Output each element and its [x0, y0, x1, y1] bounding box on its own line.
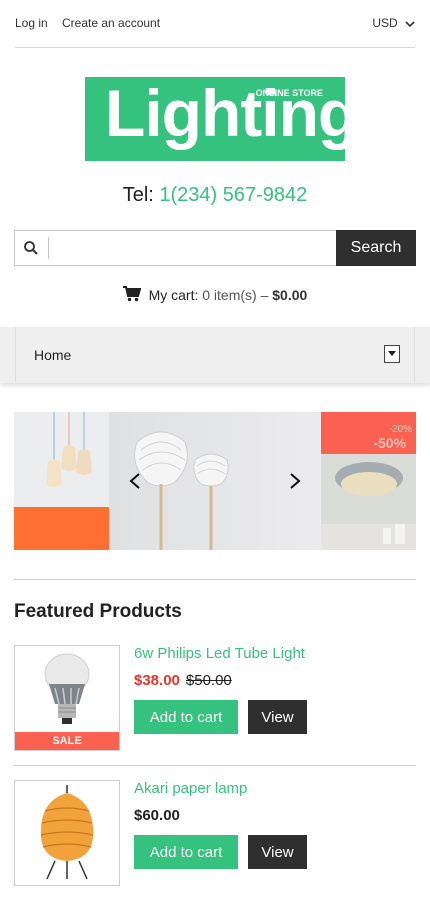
logo-wordmark: Lighting [105, 76, 358, 150]
cart-icon [122, 286, 141, 302]
create-account-link[interactable]: Create an account [62, 16, 160, 30]
product-price: $60.00 [134, 807, 180, 824]
cart-label: My cart: [148, 287, 199, 303]
product-image[interactable] [14, 780, 120, 886]
sale-percent-small: -20% [388, 424, 412, 435]
slider-prev-icon[interactable] [128, 472, 142, 490]
paper-lamp-image [40, 785, 94, 880]
menu-inner: Home [15, 327, 415, 383]
old-price: $50.00 [185, 672, 232, 689]
logo-tagline: ONLINE STORE [255, 88, 323, 98]
product-image[interactable]: SALE [14, 645, 120, 751]
search-divider [48, 237, 49, 259]
cart-separator: – [256, 287, 273, 303]
sale-banner: -20% -50% [321, 412, 416, 454]
phone-label: Tel: [122, 184, 154, 206]
led-bulb-image [44, 653, 90, 724]
search-input[interactable] [51, 233, 336, 263]
menu-toggle[interactable] [384, 345, 400, 363]
phone-number: Tel: 1(234) 567-9842 [0, 184, 430, 207]
search-button[interactable]: Search [336, 230, 416, 266]
divider [14, 579, 416, 580]
product-name[interactable]: Akari paper lamp [134, 780, 247, 797]
divider [14, 765, 416, 766]
product-price: $38.00 $50.00 [134, 672, 232, 689]
main-menu: Home [0, 327, 430, 383]
phone-value[interactable]: 1(234) 567-9842 [159, 184, 307, 206]
store-logo[interactable]: Lighting ONLINE STORE [85, 76, 358, 161]
sale-price: $38.00 [134, 672, 180, 689]
cart-item-count: 0 item(s) [202, 287, 257, 303]
cart-summary[interactable]: My cart: 0 item(s) – $0.00 [0, 286, 430, 303]
hero-slider[interactable]: -20% -50% [14, 412, 416, 550]
product-name[interactable]: 6w Philips Led Tube Light [134, 645, 305, 662]
search-icon [24, 241, 38, 255]
caret-down-icon [388, 351, 396, 356]
search-bar: Search [14, 230, 416, 266]
product-card: SALE 6w Philips Led Tube Light $38.00 $50… [14, 645, 416, 751]
top-bar: Log in Create an account USD [15, 0, 415, 48]
sale-percent-large: -50% [373, 435, 406, 451]
slide-sale: -20% -50% [321, 412, 416, 550]
view-button[interactable]: View [248, 700, 307, 734]
add-to-cart-button[interactable]: Add to cart [134, 835, 238, 869]
product-card: Akari paper lamp $60.00 Add to cart View [14, 780, 416, 886]
featured-title: Featured Products [14, 601, 182, 622]
slider-next-icon[interactable] [288, 472, 302, 490]
slide-pendant-lamps [14, 412, 109, 550]
cart-total: $0.00 [272, 287, 308, 303]
login-link[interactable]: Log in [15, 16, 48, 30]
pendant-lamps-image [46, 412, 92, 487]
menu-item-home[interactable]: Home [34, 347, 71, 363]
chevron-down-icon [405, 21, 415, 27]
slide-orange-band [14, 507, 109, 550]
view-button[interactable]: View [248, 835, 307, 869]
round-lamp-image [321, 462, 416, 550]
currency-selector[interactable]: USD [372, 16, 415, 30]
currency-label: USD [372, 16, 398, 30]
sale-badge: SALE [15, 732, 119, 750]
regular-price: $60.00 [134, 807, 180, 824]
add-to-cart-button[interactable]: Add to cart [134, 700, 238, 734]
